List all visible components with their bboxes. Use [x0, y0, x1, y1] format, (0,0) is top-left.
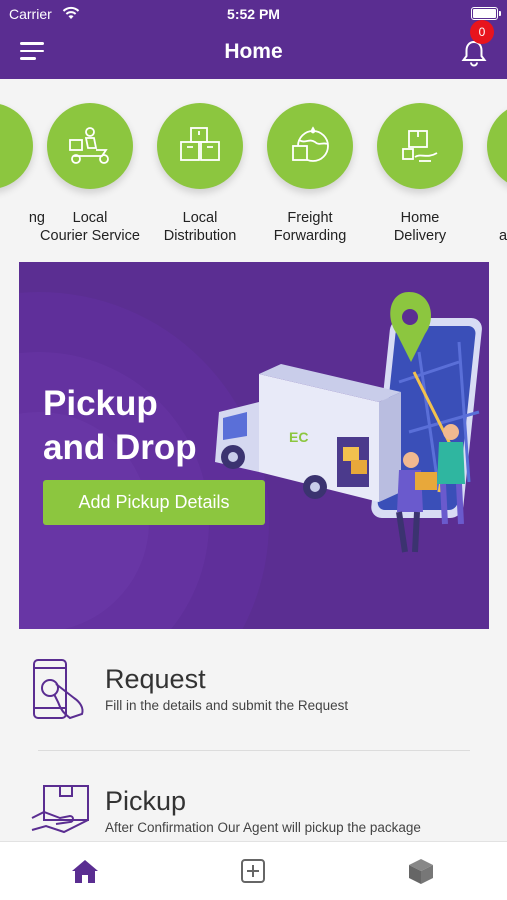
service-item-local-distribution[interactable]: Local Distribution [145, 103, 255, 245]
service-label: Freight Forwarding [273, 210, 347, 244]
service-label: Home Delivery [393, 210, 447, 244]
step-description: After Confirmation Our Agent will pickup… [105, 820, 421, 835]
service-item-more[interactable]: a [475, 103, 507, 245]
tap-phone-icon [33, 659, 84, 720]
step-title: Request [105, 664, 206, 694]
service-item-home-delivery[interactable]: Home Delivery [365, 103, 475, 245]
service-label: Local Distribution [163, 210, 237, 244]
globe-box-icon [267, 103, 353, 189]
services-carousel[interactable]: ng Local Courier Service Local Distribut… [0, 79, 507, 249]
home-icon[interactable] [70, 856, 100, 886]
boxes-icon [157, 103, 243, 189]
courier-scooter-icon [47, 103, 133, 189]
service-icon [487, 103, 507, 189]
add-pickup-details-button[interactable]: Add Pickup Details [43, 480, 265, 525]
home-delivery-icon [377, 103, 463, 189]
bottom-tab-bar [0, 841, 507, 900]
step-description: Fill in the details and submit the Reque… [105, 698, 349, 713]
package-icon[interactable] [406, 856, 436, 886]
app-header: Carrier 5:52 PM Home 0 [0, 0, 507, 79]
notification-badge: 0 [470, 20, 494, 44]
step-title: Pickup [105, 786, 187, 816]
pickup-drop-banner: EC Pickup and Drop Add Pickup Details [19, 262, 489, 629]
banner-title: Pickup and Drop [43, 384, 197, 467]
tracking-icon [0, 103, 33, 189]
hand-package-icon [31, 785, 89, 834]
svg-text:EC: EC [289, 429, 308, 445]
service-item-local-courier[interactable]: Local Courier Service [35, 103, 145, 245]
status-time: 5:52 PM [227, 6, 280, 22]
battery-icon [471, 7, 501, 20]
page-title: Home [224, 40, 283, 63]
divider [38, 750, 470, 751]
add-square-icon[interactable] [238, 856, 268, 886]
service-label: a [499, 228, 507, 244]
service-item-freight-forwarding[interactable]: Freight Forwarding [255, 103, 365, 245]
service-label: Local Courier Service [40, 210, 140, 244]
status-bar: Carrier 5:52 PM [0, 0, 507, 28]
